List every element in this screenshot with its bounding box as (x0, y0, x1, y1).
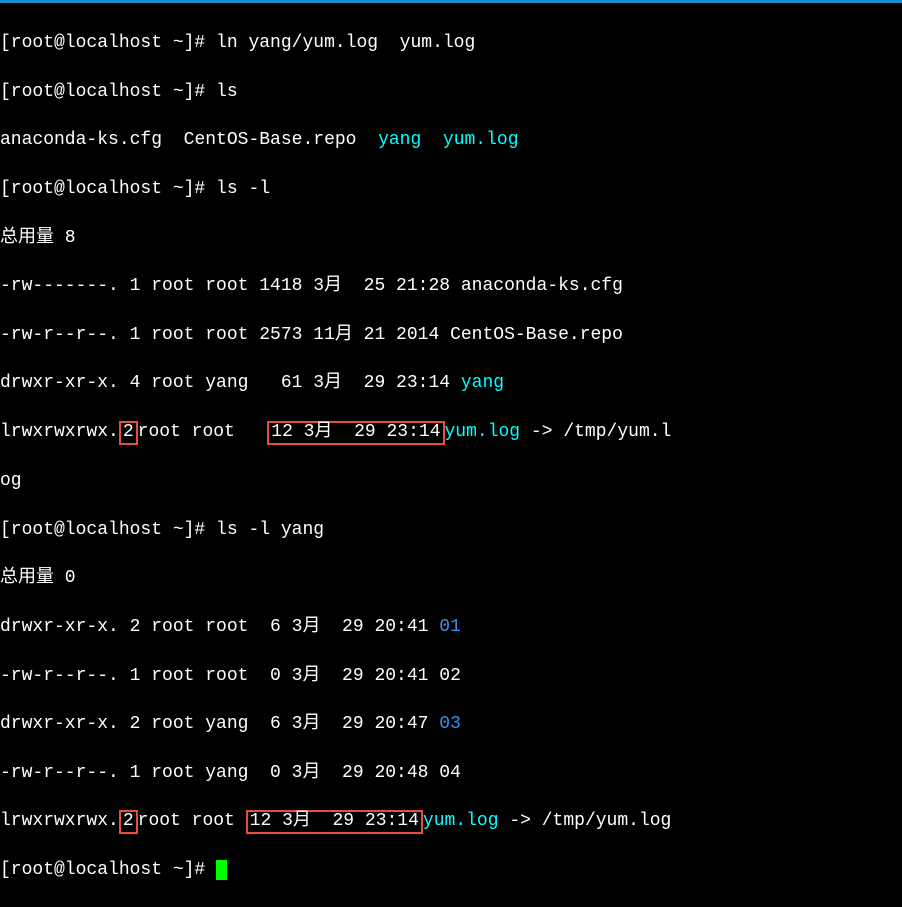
command-text: ls (216, 82, 238, 102)
owner-group: root root (138, 811, 246, 831)
dir: yang (461, 373, 504, 393)
perms: lrwxrwxrwx. (0, 422, 119, 442)
total-line: 总用量 0 (0, 566, 902, 590)
owner-group: root root (138, 422, 268, 442)
size-date-box: 12 3月 29 23:14 (267, 421, 444, 445)
ls-l-row: drwxr-xr-x. 4 root yang 61 3月 29 23:14 y… (0, 371, 902, 395)
dir: 01 (439, 617, 461, 637)
command-text: ls -l yang (216, 520, 324, 540)
file: CentOS-Base.repo (184, 130, 357, 150)
command-text: ln yang/yum.log yum.log (216, 33, 475, 53)
size-date: 12 3月 29 23:14 (250, 811, 419, 831)
symlink: yum.log (445, 422, 521, 442)
size-date-box: 12 3月 29 23:14 (246, 810, 423, 834)
link-count: 2 (123, 422, 134, 442)
total-line: 总用量 8 (0, 226, 902, 250)
link-target: -> /tmp/yum.l (520, 422, 671, 442)
ls-l-row: -rw-r--r--. 1 root yang 0 3月 29 20:48 04 (0, 761, 902, 785)
row-text: drwxr-xr-x. 4 root yang 61 3月 29 23:14 (0, 373, 461, 393)
ls-l-row-highlighted: lrwxrwxrwx.2root root 12 3月 29 23:14yum.… (0, 809, 902, 834)
perms: lrwxrwxrwx. (0, 811, 119, 831)
prompt: [root@localhost ~]# (0, 520, 216, 540)
prompt: [root@localhost ~]# (0, 860, 216, 880)
dir: 03 (439, 714, 461, 734)
ls-l-row: -rw-------. 1 root root 1418 3月 25 21:28… (0, 274, 902, 298)
cursor (216, 860, 227, 880)
prompt: [root@localhost ~]# (0, 82, 216, 102)
link-count: 2 (123, 811, 134, 831)
ls-l-row: -rw-r--r--. 1 root root 0 3月 29 20:41 02 (0, 664, 902, 688)
row-text: drwxr-xr-x. 2 root yang 6 3月 29 20:47 (0, 714, 439, 734)
symlink: yum.log (423, 811, 499, 831)
file: anaconda-ks.cfg (0, 130, 162, 150)
cmd-line-4: [root@localhost ~]# ls -l yang (0, 518, 902, 542)
ls-l-row: drwxr-xr-x. 2 root root 6 3月 29 20:41 01 (0, 615, 902, 639)
symlink: yum.log (443, 130, 519, 150)
wrap-continuation: og (0, 469, 902, 493)
prompt-line-active[interactable]: [root@localhost ~]# (0, 858, 902, 882)
ls-l-row: -rw-r--r--. 1 root root 2573 11月 21 2014… (0, 323, 902, 347)
row-text: drwxr-xr-x. 2 root root 6 3月 29 20:41 (0, 617, 439, 637)
prompt: [root@localhost ~]# (0, 179, 216, 199)
cmd-line-3: [root@localhost ~]# ls -l (0, 177, 902, 201)
ls-output: anaconda-ks.cfg CentOS-Base.repo yang yu… (0, 128, 902, 152)
cmd-line-2: [root@localhost ~]# ls (0, 80, 902, 104)
cmd-line-1: [root@localhost ~]# ln yang/yum.log yum.… (0, 31, 902, 55)
link-count-box: 2 (119, 810, 138, 834)
link-target: -> /tmp/yum.log (499, 811, 672, 831)
prompt: [root@localhost ~]# (0, 33, 216, 53)
ls-l-row: drwxr-xr-x. 2 root yang 6 3月 29 20:47 03 (0, 712, 902, 736)
terminal-output: [root@localhost ~]# ln yang/yum.log yum.… (0, 3, 902, 907)
size-date: 12 3月 29 23:14 (271, 422, 440, 442)
dir: yang (378, 130, 421, 150)
command-text: ls -l (216, 179, 270, 199)
link-count-box: 2 (119, 421, 138, 445)
ls-l-row-highlighted: lrwxrwxrwx.2root root 12 3月 29 23:14yum.… (0, 420, 902, 445)
